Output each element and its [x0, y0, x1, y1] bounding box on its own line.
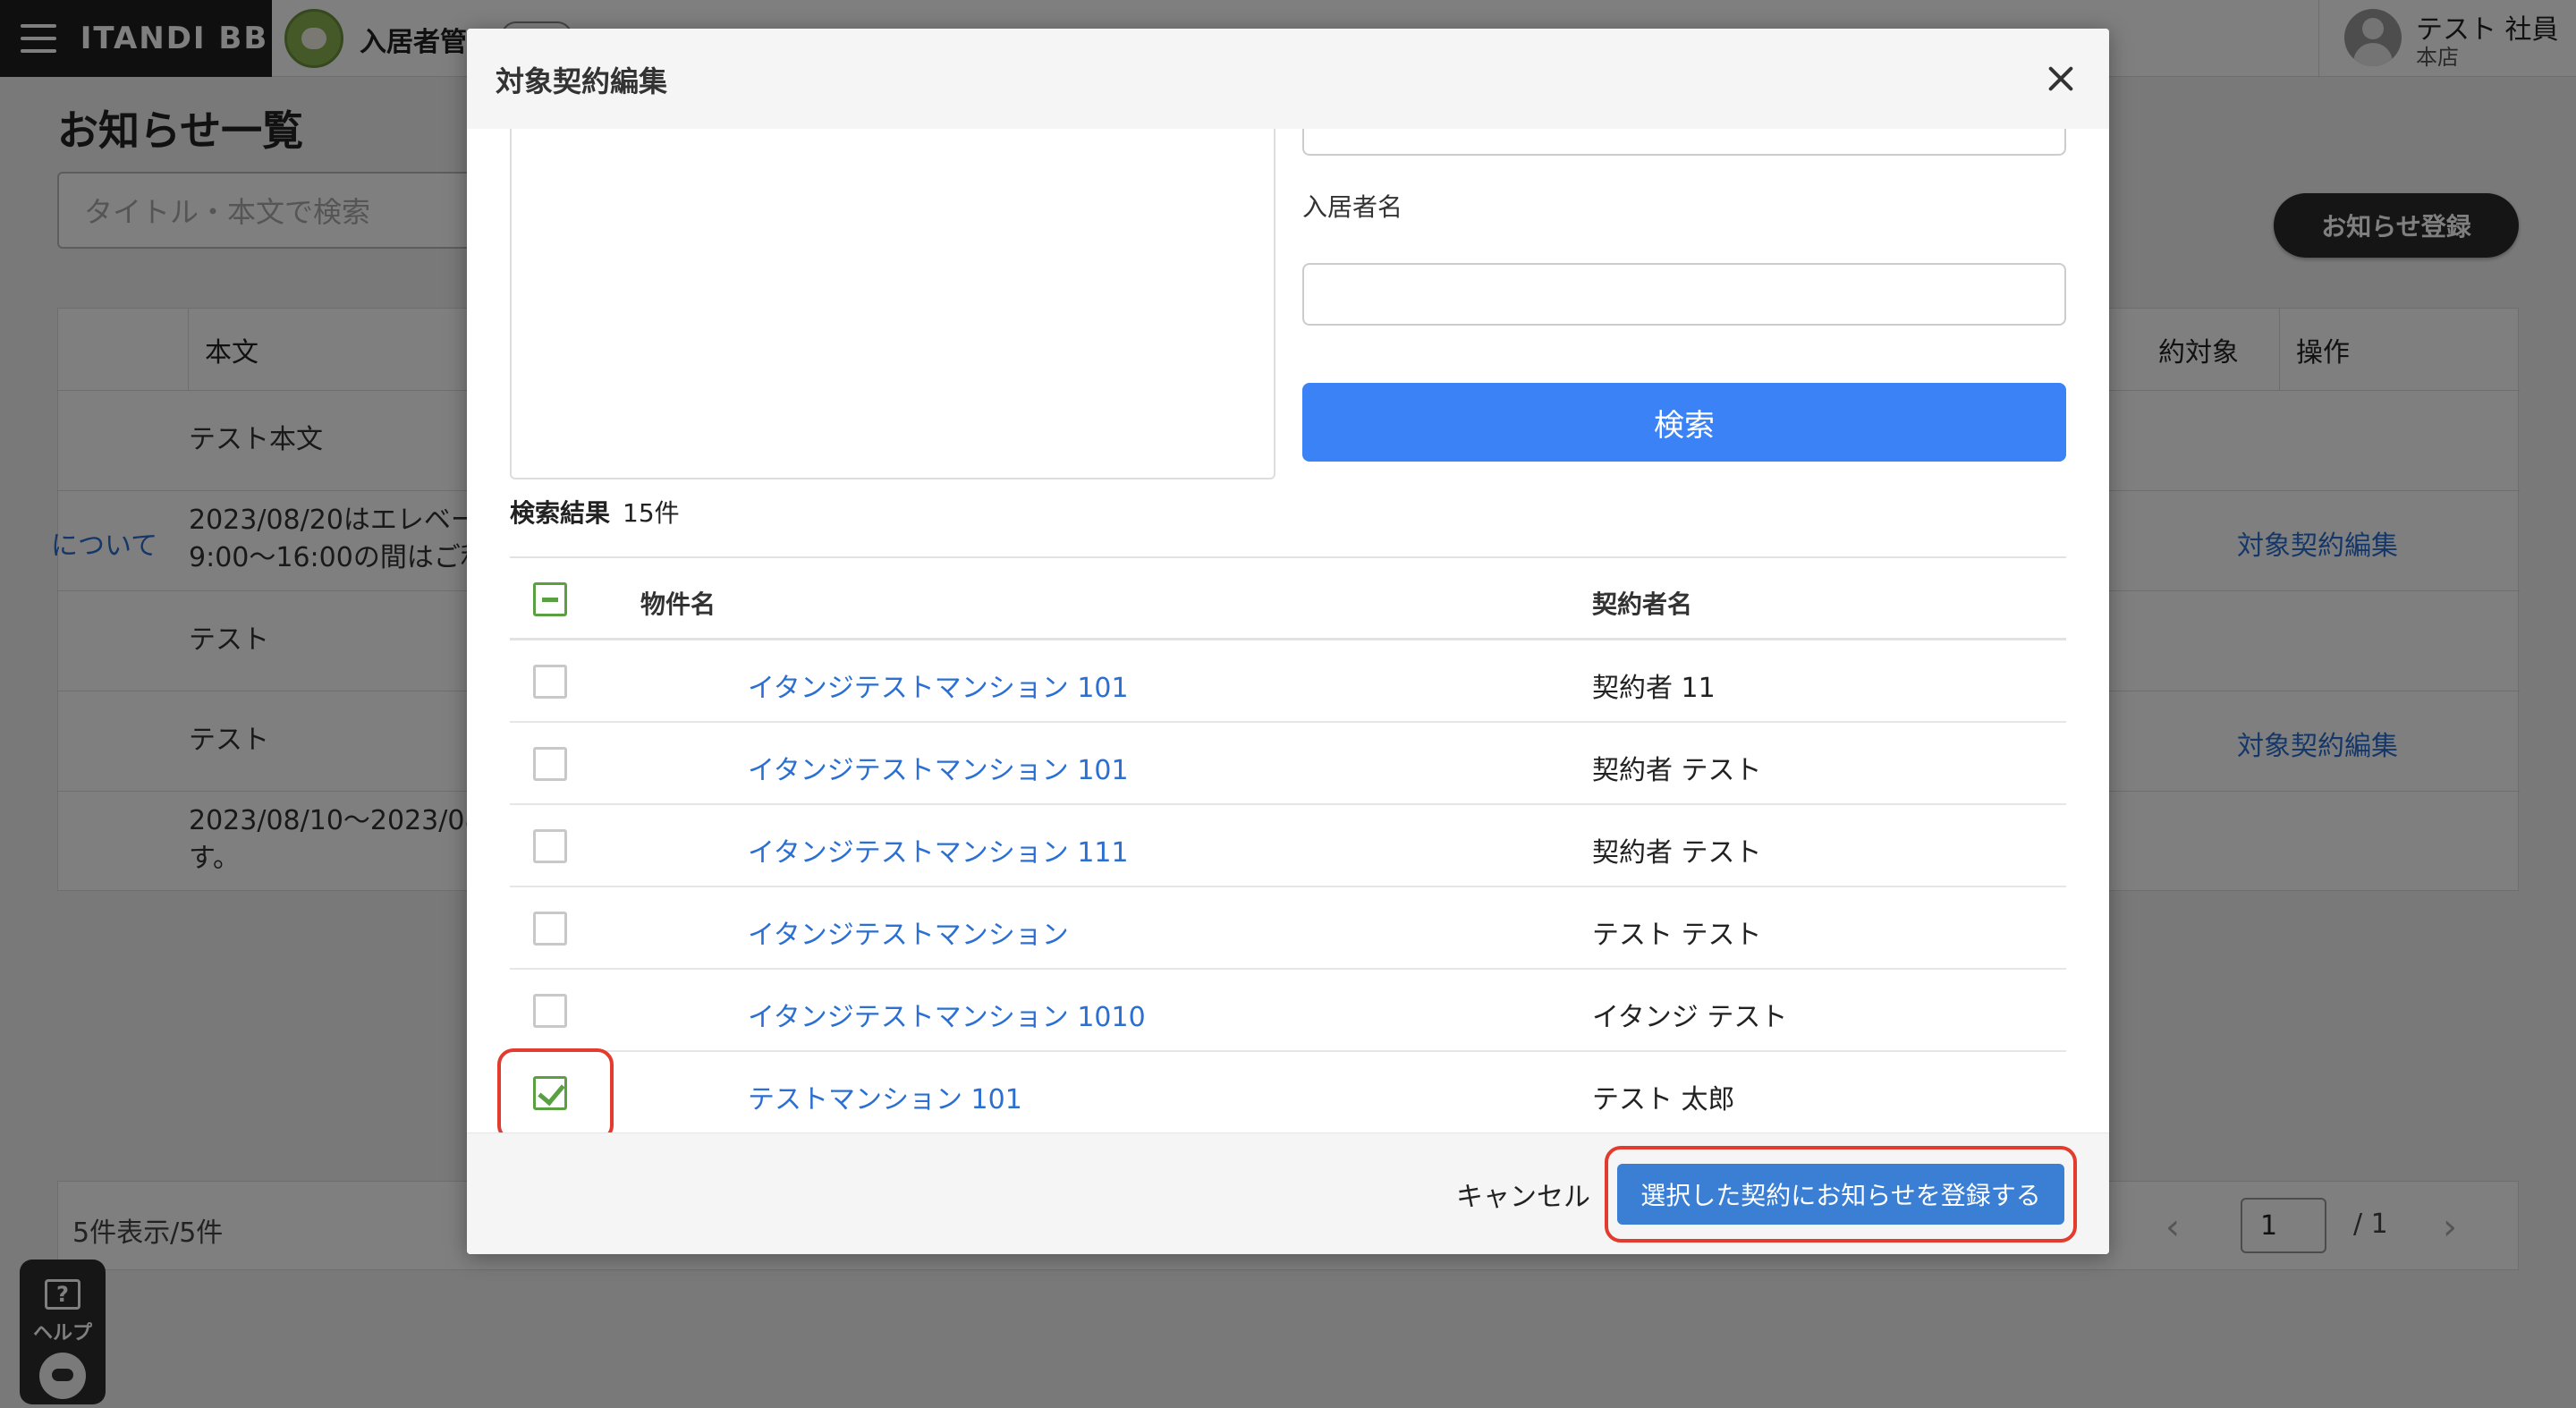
register-to-selected-button[interactable]: 選択した契約にお知らせを登録する [1617, 1164, 2064, 1225]
row-checkbox[interactable] [533, 665, 567, 699]
table-row: イタンジテストマンション 1010 イタンジ テスト [510, 970, 2066, 1052]
contractor-name: 契約者 テスト [1592, 837, 1762, 869]
tenant-name-label: 入居者名 [1302, 192, 1403, 222]
results-table-header: 物件名 契約者名 [510, 556, 2066, 640]
results-count: 15件 [623, 498, 680, 528]
modal-footer: キャンセル 選択した契約にお知らせを登録する [467, 1132, 2109, 1254]
contractor-name: 契約者 11 [1592, 673, 1716, 704]
property-link[interactable]: イタンジテストマンション 1010 [748, 995, 1146, 1034]
property-link[interactable]: イタンジテストマンション 101 [748, 666, 1129, 705]
property-link[interactable]: テストマンション 101 [748, 1077, 1022, 1116]
table-row: イタンジテストマンション 101 契約者 11 [510, 640, 2066, 723]
contractor-name: 契約者 テスト [1592, 755, 1762, 786]
search-results-summary: 検索結果 15件 [510, 494, 680, 530]
contractor-name: テスト テスト [1592, 920, 1762, 951]
modal-title: 対象契約編集 [496, 64, 668, 98]
table-row: イタンジテストマンション 101 契約者 テスト [510, 723, 2066, 805]
row-checkbox[interactable] [533, 829, 567, 863]
close-icon[interactable] [2036, 54, 2086, 104]
contractor-name: イタンジ テスト [1592, 1002, 1788, 1033]
property-link[interactable]: イタンジテストマンション [748, 912, 1069, 952]
row-checkbox[interactable] [533, 912, 567, 946]
target-contract-modal: 対象契約編集 入居者名 検索 検索結果 15件 物件名 契約者名 イタンジテストマ… [467, 29, 2109, 1254]
table-row: イタンジテストマンション 111 契約者 テスト [510, 805, 2066, 887]
table-row: イタンジテストマンション テスト テスト [510, 887, 2066, 970]
modal-body[interactable]: 入居者名 検索 検索結果 15件 物件名 契約者名 イタンジテストマンション 10… [467, 129, 2109, 1132]
row-checkbox[interactable] [533, 994, 567, 1028]
table-row: テストマンション 101 テスト 太郎 [497, 1048, 2066, 1132]
select-all-checkbox[interactable] [533, 582, 567, 616]
row-checkbox[interactable] [533, 747, 567, 781]
property-link[interactable]: イタンジテストマンション 101 [748, 748, 1129, 787]
column-property-name: 物件名 [640, 589, 716, 619]
column-contractor-name: 契約者名 [1592, 589, 1693, 619]
search-field[interactable] [1302, 129, 2066, 156]
property-link[interactable]: イタンジテストマンション 111 [748, 830, 1129, 869]
search-button[interactable]: 検索 [1302, 383, 2066, 462]
tenant-name-input[interactable] [1302, 263, 2066, 326]
property-list-box[interactable] [510, 129, 1275, 479]
modal-header: 対象契約編集 [467, 29, 2109, 129]
contractor-name: テスト 太郎 [1592, 1084, 1735, 1115]
cancel-button[interactable]: キャンセル [1456, 1169, 1590, 1219]
row-checkbox-checked[interactable] [533, 1076, 567, 1110]
results-label: 検索結果 [510, 498, 611, 528]
